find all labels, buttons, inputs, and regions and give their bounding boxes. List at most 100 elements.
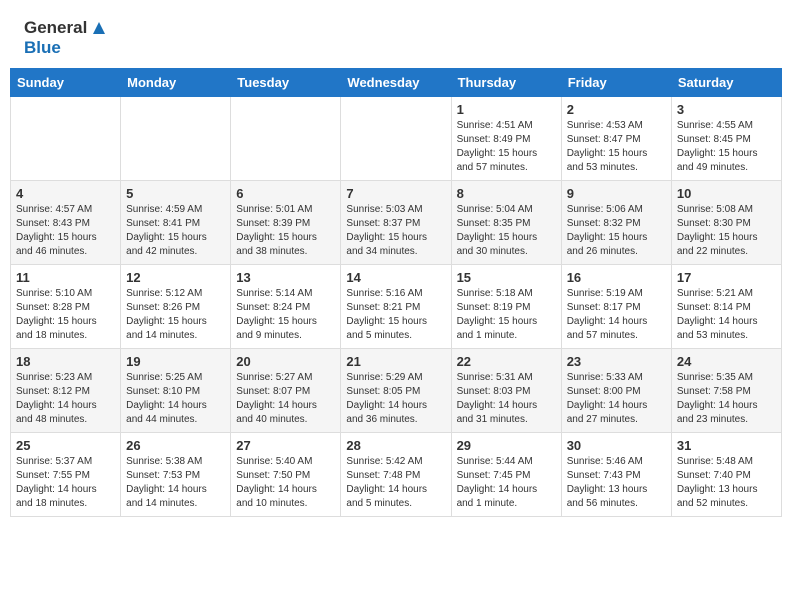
day-info: Sunrise: 5:42 AM Sunset: 7:48 PM Dayligh… (346, 455, 445, 511)
day-number: 11 (16, 270, 115, 285)
day-number: 14 (346, 270, 445, 285)
calendar-cell: 8 Sunrise: 5:04 AM Sunset: 8:35 PM Daylig… (451, 180, 561, 264)
calendar-cell: 20Sunrise: 5:27 AM Sunset: 8:07 PM Dayli… (231, 348, 341, 432)
day-info: Sunrise: 5:40 AM Sunset: 7:50 PM Dayligh… (236, 455, 335, 511)
day-info: Sunrise: 5:03 AM Sunset: 8:37 PM Dayligh… (346, 203, 445, 259)
day-number: 3 (677, 102, 776, 117)
calendar-cell (121, 96, 231, 180)
calendar-cell: 16Sunrise: 5:19 AM Sunset: 8:17 PM Dayli… (561, 264, 671, 348)
calendar-cell: 26Sunrise: 5:38 AM Sunset: 7:53 PM Dayli… (121, 432, 231, 516)
day-number: 30 (567, 438, 666, 453)
calendar-cell: 4Sunrise: 4:57 AM Sunset: 8:43 PM Daylig… (11, 180, 121, 264)
weekday-header: Friday (561, 68, 671, 96)
calendar-cell: 9Sunrise: 5:06 AM Sunset: 8:32 PM Daylig… (561, 180, 671, 264)
calendar-cell: 7 Sunrise: 5:03 AM Sunset: 8:37 PM Daylig… (341, 180, 451, 264)
weekday-header: Wednesday (341, 68, 451, 96)
day-info: Sunrise: 4:55 AM Sunset: 8:45 PM Dayligh… (677, 119, 776, 175)
page-header: General Blue (0, 0, 792, 68)
day-number: 20 (236, 354, 335, 369)
calendar-cell: 27 Sunrise: 5:40 AM Sunset: 7:50 PM Dayli… (231, 432, 341, 516)
day-info: Sunrise: 5:12 AM Sunset: 8:26 PM Dayligh… (126, 287, 225, 343)
day-info: Sunrise: 5:23 AM Sunset: 8:12 PM Dayligh… (16, 371, 115, 427)
calendar-cell (231, 96, 341, 180)
day-info: Sunrise: 5:48 AM Sunset: 7:40 PM Dayligh… (677, 455, 776, 511)
day-info: Sunrise: 5:16 AM Sunset: 8:21 PM Dayligh… (346, 287, 445, 343)
day-number: 2 (567, 102, 666, 117)
day-number: 6 (236, 186, 335, 201)
calendar-cell: 31Sunrise: 5:48 AM Sunset: 7:40 PM Dayli… (671, 432, 781, 516)
calendar-cell: 5 Sunrise: 4:59 AM Sunset: 8:41 PM Daylig… (121, 180, 231, 264)
day-number: 1 (457, 102, 556, 117)
day-number: 9 (567, 186, 666, 201)
day-info: Sunrise: 5:21 AM Sunset: 8:14 PM Dayligh… (677, 287, 776, 343)
day-info: Sunrise: 5:01 AM Sunset: 8:39 PM Dayligh… (236, 203, 335, 259)
calendar-cell: 1 Sunrise: 4:51 AM Sunset: 8:49 PM Daylig… (451, 96, 561, 180)
calendar-cell: 29 Sunrise: 5:44 AM Sunset: 7:45 PM Dayli… (451, 432, 561, 516)
day-info: Sunrise: 5:44 AM Sunset: 7:45 PM Dayligh… (457, 455, 556, 511)
day-number: 19 (126, 354, 225, 369)
calendar-cell: 18 Sunrise: 5:23 AM Sunset: 8:12 PM Dayli… (11, 348, 121, 432)
calendar-cell (341, 96, 451, 180)
calendar-cell (11, 96, 121, 180)
day-number: 24 (677, 354, 776, 369)
day-number: 21 (346, 354, 445, 369)
logo: General Blue (24, 18, 109, 58)
day-info: Sunrise: 5:25 AM Sunset: 8:10 PM Dayligh… (126, 371, 225, 427)
day-number: 13 (236, 270, 335, 285)
calendar-cell: 15 Sunrise: 5:18 AM Sunset: 8:19 PM Dayli… (451, 264, 561, 348)
day-info: Sunrise: 4:51 AM Sunset: 8:49 PM Dayligh… (457, 119, 556, 175)
day-number: 8 (457, 186, 556, 201)
calendar-cell: 2Sunrise: 4:53 AM Sunset: 8:47 PM Daylig… (561, 96, 671, 180)
calendar-cell: 11 Sunrise: 5:10 AM Sunset: 8:28 PM Dayli… (11, 264, 121, 348)
day-info: Sunrise: 5:33 AM Sunset: 8:00 PM Dayligh… (567, 371, 666, 427)
day-info: Sunrise: 5:14 AM Sunset: 8:24 PM Dayligh… (236, 287, 335, 343)
calendar-week-row: 11 Sunrise: 5:10 AM Sunset: 8:28 PM Dayli… (11, 264, 782, 348)
calendar-week-row: 25Sunrise: 5:37 AM Sunset: 7:55 PM Dayli… (11, 432, 782, 516)
day-number: 28 (346, 438, 445, 453)
calendar-cell: 24Sunrise: 5:35 AM Sunset: 7:58 PM Dayli… (671, 348, 781, 432)
calendar-cell: 21 Sunrise: 5:29 AM Sunset: 8:05 PM Dayli… (341, 348, 451, 432)
calendar-cell: 13 Sunrise: 5:14 AM Sunset: 8:24 PM Dayli… (231, 264, 341, 348)
calendar-week-row: 4Sunrise: 4:57 AM Sunset: 8:43 PM Daylig… (11, 180, 782, 264)
calendar-cell: 30 Sunrise: 5:46 AM Sunset: 7:43 PM Dayli… (561, 432, 671, 516)
calendar-cell: 6 Sunrise: 5:01 AM Sunset: 8:39 PM Daylig… (231, 180, 341, 264)
calendar-cell: 23Sunrise: 5:33 AM Sunset: 8:00 PM Dayli… (561, 348, 671, 432)
day-info: Sunrise: 5:08 AM Sunset: 8:30 PM Dayligh… (677, 203, 776, 259)
calendar-week-row: 1 Sunrise: 4:51 AM Sunset: 8:49 PM Daylig… (11, 96, 782, 180)
day-info: Sunrise: 5:31 AM Sunset: 8:03 PM Dayligh… (457, 371, 556, 427)
logo-general: General (24, 18, 87, 38)
day-number: 22 (457, 354, 556, 369)
calendar-cell: 17 Sunrise: 5:21 AM Sunset: 8:14 PM Dayli… (671, 264, 781, 348)
day-info: Sunrise: 4:59 AM Sunset: 8:41 PM Dayligh… (126, 203, 225, 259)
day-number: 26 (126, 438, 225, 453)
calendar-cell: 10 Sunrise: 5:08 AM Sunset: 8:30 PM Dayli… (671, 180, 781, 264)
calendar-cell: 22 Sunrise: 5:31 AM Sunset: 8:03 PM Dayli… (451, 348, 561, 432)
weekday-header: Sunday (11, 68, 121, 96)
day-number: 29 (457, 438, 556, 453)
day-number: 10 (677, 186, 776, 201)
day-number: 18 (16, 354, 115, 369)
day-info: Sunrise: 5:10 AM Sunset: 8:28 PM Dayligh… (16, 287, 115, 343)
day-info: Sunrise: 5:37 AM Sunset: 7:55 PM Dayligh… (16, 455, 115, 511)
calendar-cell: 14 Sunrise: 5:16 AM Sunset: 8:21 PM Dayli… (341, 264, 451, 348)
logo-text: General Blue (24, 18, 109, 58)
logo-icon (89, 18, 109, 38)
day-number: 15 (457, 270, 556, 285)
day-info: Sunrise: 5:46 AM Sunset: 7:43 PM Dayligh… (567, 455, 666, 511)
day-number: 5 (126, 186, 225, 201)
calendar-cell: 19 Sunrise: 5:25 AM Sunset: 8:10 PM Dayli… (121, 348, 231, 432)
calendar-cell: 28 Sunrise: 5:42 AM Sunset: 7:48 PM Dayli… (341, 432, 451, 516)
calendar-cell: 25Sunrise: 5:37 AM Sunset: 7:55 PM Dayli… (11, 432, 121, 516)
logo-blue: Blue (24, 38, 109, 58)
weekday-header: Tuesday (231, 68, 341, 96)
weekday-header-row: SundayMondayTuesdayWednesdayThursdayFrid… (11, 68, 782, 96)
day-number: 7 (346, 186, 445, 201)
day-number: 27 (236, 438, 335, 453)
day-info: Sunrise: 5:19 AM Sunset: 8:17 PM Dayligh… (567, 287, 666, 343)
day-info: Sunrise: 5:29 AM Sunset: 8:05 PM Dayligh… (346, 371, 445, 427)
day-info: Sunrise: 5:18 AM Sunset: 8:19 PM Dayligh… (457, 287, 556, 343)
day-info: Sunrise: 5:04 AM Sunset: 8:35 PM Dayligh… (457, 203, 556, 259)
weekday-header: Monday (121, 68, 231, 96)
day-info: Sunrise: 4:57 AM Sunset: 8:43 PM Dayligh… (16, 203, 115, 259)
day-number: 17 (677, 270, 776, 285)
